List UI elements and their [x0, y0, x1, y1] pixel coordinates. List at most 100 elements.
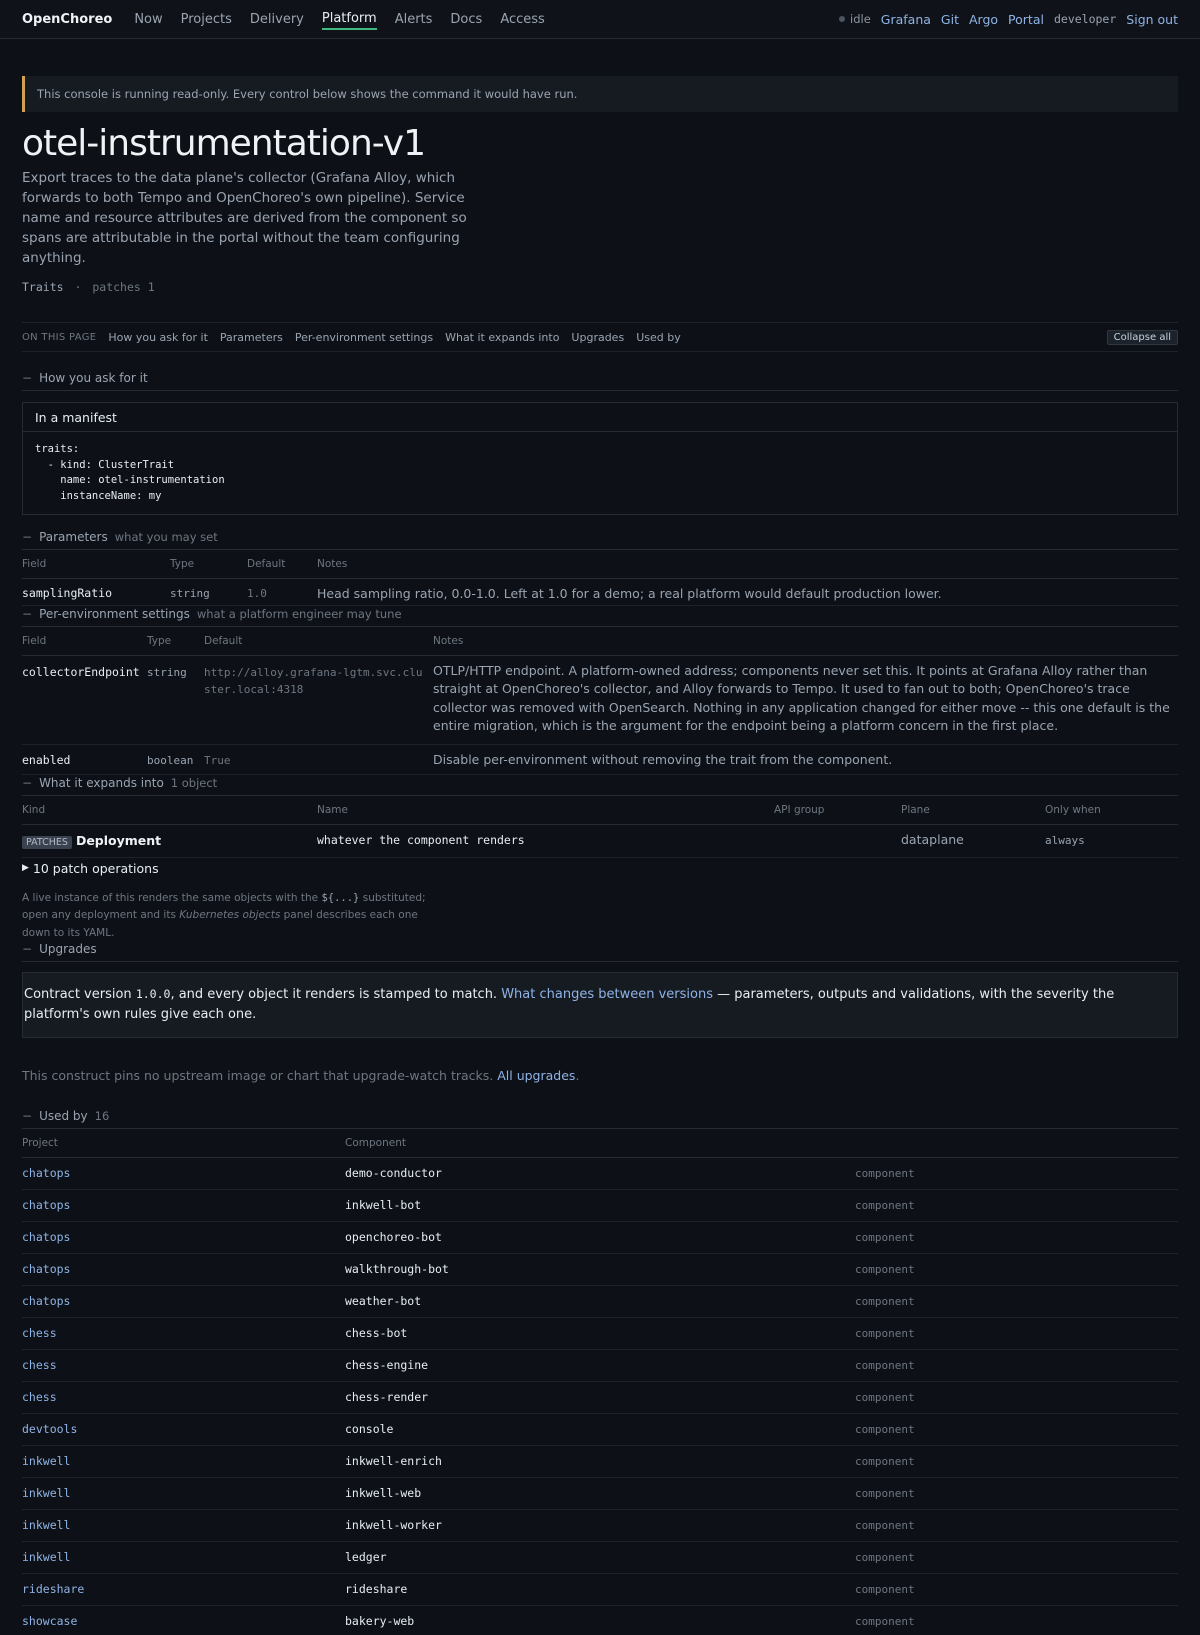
param-notes: Head sampling ratio, 0.0-1.0. Left at 1.…: [317, 585, 942, 601]
collapse-icon: −: [22, 530, 33, 544]
crumb-traits[interactable]: Traits: [22, 280, 64, 294]
component-name: inkwell-enrich: [345, 1453, 442, 1468]
expand-kind: Deployment: [75, 832, 162, 848]
section-upgrades-header[interactable]: − Upgrades: [22, 942, 1178, 962]
link-portal[interactable]: Portal: [1008, 12, 1044, 27]
link-git[interactable]: Git: [941, 12, 959, 27]
project-link[interactable]: rideshare: [22, 1582, 84, 1596]
project-link[interactable]: showcase: [22, 1614, 77, 1628]
section-used-by-header[interactable]: − Used by 16: [22, 1109, 1178, 1129]
section-expands: − What it expands into 1 object Kind Nam…: [22, 775, 1178, 942]
section-parameters-sub: what you may set: [114, 530, 218, 544]
component-kind: component: [855, 1358, 915, 1372]
version-changes-link[interactable]: What changes between versions: [501, 987, 713, 1002]
component-kind: component: [855, 1166, 915, 1180]
component-name: chess-bot: [345, 1325, 408, 1340]
nav-now[interactable]: Now: [134, 10, 162, 29]
component-kind: component: [855, 1550, 915, 1564]
project-link[interactable]: inkwell: [22, 1454, 70, 1468]
box-text: Contract version: [24, 987, 136, 1002]
collapse-icon: −: [22, 776, 33, 790]
toc-how[interactable]: How you ask for it: [108, 331, 208, 344]
table-row: inkwell ledger component: [22, 1541, 1178, 1574]
project-link[interactable]: chatops: [22, 1230, 70, 1244]
nav-delivery[interactable]: Delivery: [250, 10, 304, 29]
toc-expands[interactable]: What it expands into: [445, 331, 559, 344]
section-env-header[interactable]: − Per-environment settings what a platfo…: [22, 606, 1178, 627]
project-link[interactable]: chess: [22, 1326, 57, 1340]
link-argo[interactable]: Argo: [969, 12, 998, 27]
component-kind: component: [855, 1454, 915, 1468]
project-link[interactable]: chess: [22, 1390, 57, 1404]
component-name: demo-conductor: [345, 1165, 442, 1180]
patch-operations-toggle[interactable]: ▶ 10 patch operations: [22, 861, 1178, 876]
section-used-by-title: Used by: [39, 1109, 88, 1123]
all-upgrades-link[interactable]: All upgrades: [497, 1068, 575, 1083]
readonly-notice: This console is running read-only. Every…: [22, 76, 1178, 112]
footnote-code: ${...}: [321, 891, 360, 904]
nav-platform[interactable]: Platform: [321, 9, 377, 30]
top-nav: OpenChoreo Now Projects Delivery Platfor…: [0, 0, 1200, 39]
project-link[interactable]: inkwell: [22, 1486, 70, 1500]
page-description: Export traces to the data plane's collec…: [22, 170, 467, 266]
section-parameters: − Parameters what you may set Field Type…: [22, 530, 1178, 606]
collapse-all-button[interactable]: Collapse all: [1106, 329, 1178, 345]
page-title: otel-instrumentation-v1: [22, 123, 426, 164]
project-link[interactable]: devtools: [22, 1422, 77, 1436]
component-kind: component: [855, 1614, 915, 1628]
component-name: weather-bot: [345, 1293, 422, 1308]
project-link[interactable]: chatops: [22, 1294, 70, 1308]
col-kind: Kind: [22, 796, 317, 825]
project-link[interactable]: inkwell: [22, 1550, 70, 1564]
component-kind: component: [855, 1262, 915, 1276]
component-kind: component: [855, 1198, 915, 1212]
project-link[interactable]: chatops: [22, 1262, 70, 1276]
section-expands-header[interactable]: − What it expands into 1 object: [22, 775, 1178, 796]
contract-version-box: Contract version 1.0.0, and every object…: [22, 972, 1178, 1038]
project-link[interactable]: chatops: [22, 1198, 70, 1212]
nav-docs[interactable]: Docs: [450, 10, 482, 29]
section-expands-sub: 1 object: [170, 776, 218, 790]
toc-parameters[interactable]: Parameters: [220, 331, 283, 344]
table-row: chatops weather-bot component: [22, 1285, 1178, 1318]
col-notes: Notes: [433, 627, 1178, 656]
component-kind: component: [855, 1422, 915, 1436]
component-name: console: [345, 1421, 394, 1436]
col-project: Project: [22, 1129, 345, 1158]
nav-projects[interactable]: Projects: [181, 10, 232, 29]
section-parameters-header[interactable]: − Parameters what you may set: [22, 530, 1178, 550]
table-row: PATCHES Deployment whatever the component…: [22, 824, 1178, 858]
nav-access[interactable]: Access: [500, 10, 545, 29]
pin-end: .: [575, 1068, 580, 1083]
patches-badge: PATCHES: [22, 835, 72, 849]
nav-alerts[interactable]: Alerts: [395, 10, 433, 29]
collapse-icon: −: [22, 1109, 33, 1123]
expand-name: whatever the component renders: [317, 833, 525, 847]
manifest-code: traits: - kind: ClusterTrait name: otel-…: [35, 443, 225, 502]
project-link[interactable]: chatops: [22, 1166, 70, 1180]
env-field: enabled: [22, 752, 71, 767]
env-type: boolean: [147, 753, 194, 767]
link-grafana[interactable]: Grafana: [881, 12, 931, 27]
env-default: True: [204, 753, 231, 767]
table-row: inkwell inkwell-worker component: [22, 1509, 1178, 1542]
table-row: samplingRatio string 1.0 Head sampling r…: [22, 578, 1178, 606]
toc-per-environment[interactable]: Per-environment settings: [295, 331, 433, 344]
col-type: Type: [147, 627, 204, 656]
status-indicator: idle: [839, 12, 871, 26]
sign-out-link[interactable]: Sign out: [1126, 12, 1178, 27]
toc-used-by[interactable]: Used by: [636, 331, 681, 344]
status-dot-icon: [839, 16, 846, 22]
col-plane: Plane: [901, 796, 1045, 825]
brand-logo[interactable]: OpenChoreo: [22, 12, 112, 27]
patch-operations-label: 10 patch operations: [32, 860, 159, 876]
toc-upgrades[interactable]: Upgrades: [571, 331, 624, 344]
project-link[interactable]: inkwell: [22, 1518, 70, 1532]
project-link[interactable]: chess: [22, 1358, 57, 1372]
section-how-header[interactable]: − How you ask for it: [22, 371, 1178, 391]
env-default: http://alloy.grafana-lgtm.svc.cluster.lo…: [204, 665, 423, 696]
section-env-title: Per-environment settings: [39, 607, 190, 621]
col-kind: [855, 1129, 1178, 1158]
on-this-page-nav: ON THIS PAGE How you ask for it Paramete…: [22, 322, 1178, 352]
table-row: devtools console component: [22, 1413, 1178, 1446]
